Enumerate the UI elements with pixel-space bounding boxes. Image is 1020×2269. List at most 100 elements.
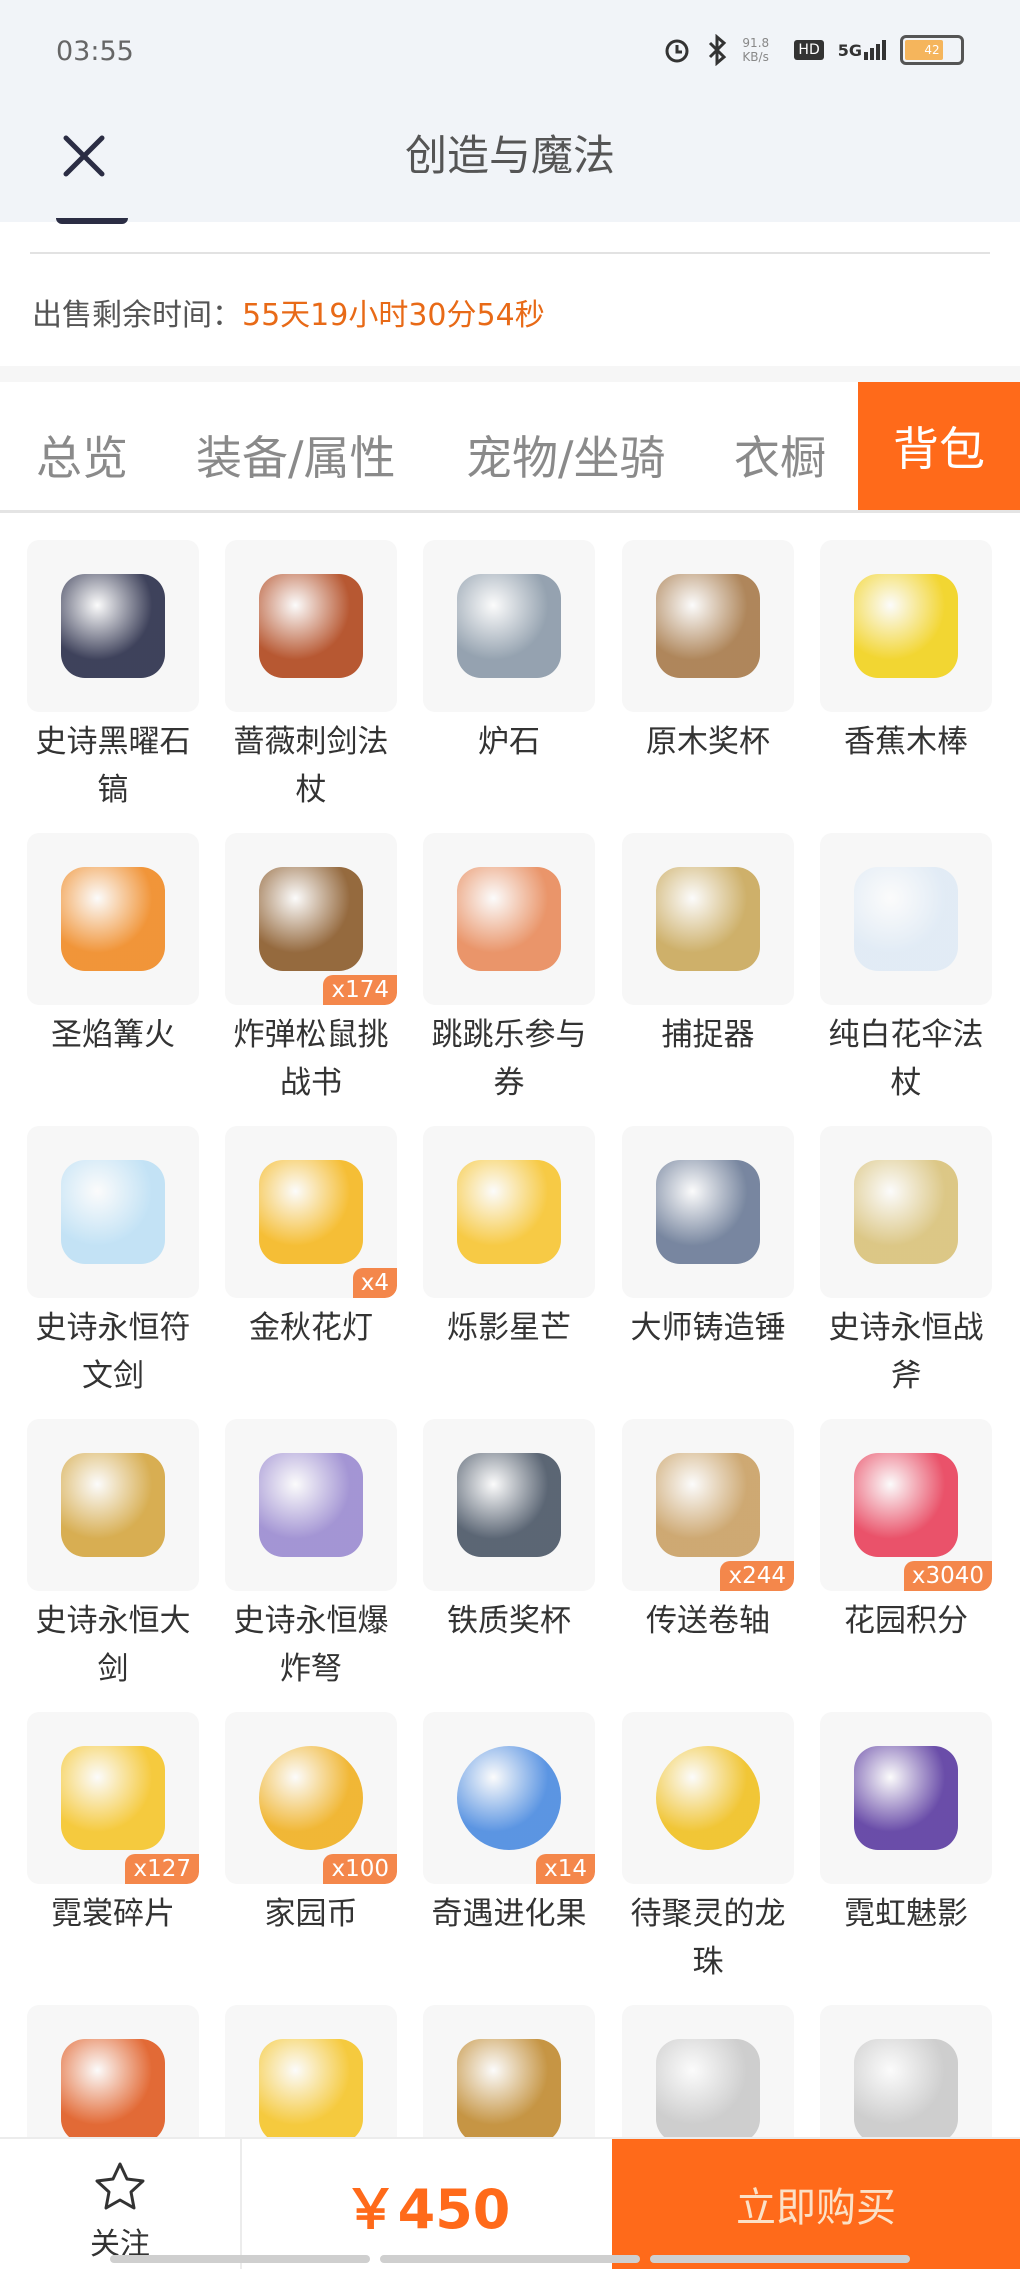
inventory-item[interactable]: 炉石 bbox=[423, 540, 595, 766]
shirt-icon bbox=[259, 2039, 363, 2143]
item-quantity-badge: x174 bbox=[323, 975, 397, 1005]
tab-bar: 总览 装备/属性 宠物/坐骑 衣橱 背包 bbox=[0, 382, 1020, 510]
item-thumbnail: x3040 bbox=[820, 1419, 992, 1591]
item-name: 金秋花灯 bbox=[249, 1310, 373, 1346]
signal-icon: 5G bbox=[838, 40, 886, 60]
inventory-item[interactable]: 史诗永恒爆炸弩 bbox=[225, 1419, 397, 1693]
inventory-item[interactable]: x4 金秋花灯 bbox=[225, 1126, 397, 1352]
inventory-item[interactable]: 捕捉器 bbox=[622, 833, 794, 1059]
item-quantity-badge: x100 bbox=[323, 1854, 397, 1884]
item-thumbnail bbox=[27, 1126, 199, 1298]
item-thumbnail bbox=[622, 1126, 794, 1298]
item-name: 史诗永恒战斧 bbox=[828, 1310, 984, 1394]
item-name: 史诗永恒大剑 bbox=[35, 1603, 191, 1687]
item-thumbnail bbox=[423, 1126, 595, 1298]
item-quantity-badge: x3040 bbox=[903, 1561, 992, 1591]
inventory-item[interactable]: x14 奇遇进化果 bbox=[423, 1712, 595, 1938]
item-name: 霓裳碎片 bbox=[51, 1896, 175, 1932]
net-speed: 91.8 KB/s bbox=[742, 36, 770, 64]
umbrella-icon bbox=[854, 867, 958, 971]
pickaxe-icon bbox=[61, 574, 165, 678]
sale-time-label: 出售剩余时间： bbox=[32, 298, 242, 333]
banana-icon bbox=[854, 574, 958, 678]
tab-pets[interactable]: 宠物/坐骑 bbox=[466, 422, 666, 488]
dragon-ball-icon bbox=[656, 1746, 760, 1850]
tab-equipment[interactable]: 装备/属性 bbox=[196, 422, 396, 488]
inventory-item[interactable]: 史诗永恒战斧 bbox=[820, 1126, 992, 1400]
wanted-scroll-icon bbox=[259, 867, 363, 971]
coin-icon bbox=[259, 1746, 363, 1850]
item-name: 史诗黑曜石镐 bbox=[35, 724, 191, 808]
lantern-icon bbox=[259, 1160, 363, 1264]
home-indicator bbox=[110, 2255, 910, 2263]
follow-button[interactable]: 关注 bbox=[0, 2139, 242, 2269]
ticket-icon bbox=[457, 867, 561, 971]
item-name: 纯白花伞法杖 bbox=[828, 1017, 984, 1101]
inventory-item[interactable]: 待聚灵的龙珠 bbox=[622, 1712, 794, 1986]
page-title: 创造与魔法 bbox=[404, 131, 615, 180]
item-name: 烁影星芒 bbox=[447, 1310, 571, 1346]
inventory-item[interactable]: 纯白花伞法杖 bbox=[820, 833, 992, 1107]
tab-overview[interactable]: 总览 bbox=[36, 422, 128, 488]
item-thumbnail bbox=[820, 540, 992, 712]
item-name: 史诗永恒符文剑 bbox=[35, 1310, 191, 1394]
inventory-item[interactable]: x244 传送卷轴 bbox=[622, 1419, 794, 1645]
item-thumbnail bbox=[423, 1419, 595, 1591]
item-name: 大师铸造锤 bbox=[630, 1310, 786, 1346]
item-name: 花园积分 bbox=[844, 1603, 968, 1639]
horn-icon bbox=[656, 2039, 760, 2143]
battle-axe-icon bbox=[854, 1160, 958, 1264]
inventory-item[interactable]: 霓虹魅影 bbox=[820, 1712, 992, 1938]
inventory-item[interactable]: 史诗永恒大剑 bbox=[27, 1419, 199, 1693]
inventory-item[interactable]: x127 霓裳碎片 bbox=[27, 1712, 199, 1938]
star-outline-icon bbox=[95, 2162, 145, 2210]
item-name: 原木奖杯 bbox=[646, 724, 770, 760]
horn-icon bbox=[854, 2039, 958, 2143]
item-name: 跳跳乐参与券 bbox=[431, 1017, 587, 1101]
item-name: 圣焰篝火 bbox=[51, 1017, 175, 1053]
app-header: 创造与魔法 bbox=[0, 110, 1020, 222]
item-thumbnail bbox=[820, 1712, 992, 1884]
price: ￥450 bbox=[343, 2177, 511, 2241]
tab-backpack[interactable]: 背包 bbox=[858, 382, 1020, 510]
item-thumbnail bbox=[225, 1419, 397, 1591]
inventory-item[interactable]: 大师铸造锤 bbox=[622, 1126, 794, 1352]
inventory-item[interactable]: 史诗永恒符文剑 bbox=[27, 1126, 199, 1400]
fruit-icon bbox=[457, 1746, 561, 1850]
item-name: 奇遇进化果 bbox=[431, 1896, 587, 1932]
item-name: 史诗永恒爆炸弩 bbox=[233, 1603, 389, 1687]
item-thumbnail bbox=[820, 833, 992, 1005]
item-name: 炉石 bbox=[478, 724, 540, 760]
inventory-item[interactable]: 香蕉木棒 bbox=[820, 540, 992, 766]
item-quantity-badge: x127 bbox=[125, 1854, 199, 1884]
flower-icon bbox=[854, 1453, 958, 1557]
inventory-item[interactable]: 烁影星芒 bbox=[423, 1126, 595, 1352]
item-thumbnail: x127 bbox=[27, 1712, 199, 1884]
item-thumbnail bbox=[27, 1419, 199, 1591]
avatar bbox=[56, 218, 128, 224]
campfire-icon bbox=[61, 867, 165, 971]
item-name: 香蕉木棒 bbox=[844, 724, 968, 760]
item-quantity-badge: x4 bbox=[352, 1268, 397, 1298]
inventory-item[interactable]: 圣焰篝火 bbox=[27, 833, 199, 1059]
item-name: 传送卷轴 bbox=[646, 1603, 770, 1639]
inventory-item[interactable]: 原木奖杯 bbox=[622, 540, 794, 766]
item-name: 炸弹松鼠挑战书 bbox=[233, 1017, 389, 1101]
inventory-item[interactable]: 史诗黑曜石镐 bbox=[27, 540, 199, 814]
inventory-item[interactable]: 跳跳乐参与券 bbox=[423, 833, 595, 1107]
status-icons: 91.8 KB/s HD 5G 42 bbox=[662, 34, 964, 66]
hd-icon: HD bbox=[794, 40, 824, 60]
buy-now-button[interactable]: 立即购买 bbox=[612, 2139, 1020, 2269]
section-gap bbox=[0, 366, 1020, 382]
inventory-item[interactable]: 铁质奖杯 bbox=[423, 1419, 595, 1645]
inventory-item[interactable]: x174 炸弹松鼠挑战书 bbox=[225, 833, 397, 1107]
tab-wardrobe[interactable]: 衣橱 bbox=[734, 422, 826, 488]
scroll-icon bbox=[656, 1453, 760, 1557]
inventory-item[interactable]: x100 家园币 bbox=[225, 1712, 397, 1938]
inventory-item[interactable]: x3040 花园积分 bbox=[820, 1419, 992, 1645]
inventory-item[interactable]: 蔷薇刺剑法杖 bbox=[225, 540, 397, 814]
item-quantity-badge: x14 bbox=[536, 1854, 595, 1884]
item-thumbnail bbox=[27, 833, 199, 1005]
item-name: 霓虹魅影 bbox=[844, 1896, 968, 1932]
sale-remaining-time: 出售剩余时间：55天19小时30分54秒 bbox=[32, 290, 545, 334]
